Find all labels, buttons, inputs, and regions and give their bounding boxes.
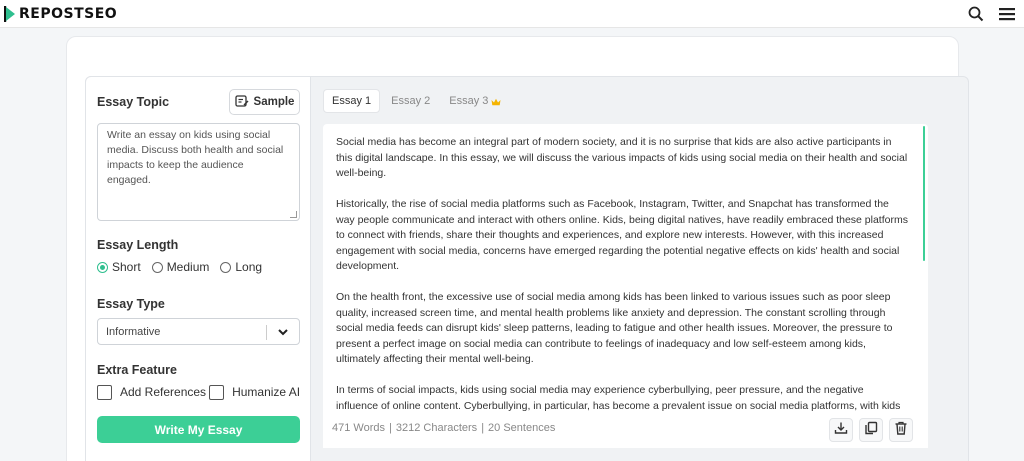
top-navbar: REPOSTSEO	[0, 0, 1024, 28]
essay-output-text[interactable]: Social media has become an integral part…	[336, 135, 908, 413]
humanize-ai-label: Humanize AI	[232, 385, 301, 399]
radio-short[interactable]	[97, 261, 108, 273]
logo-mark-icon	[3, 5, 18, 23]
crown-icon	[491, 97, 501, 106]
extra-feature-options: Add References Humanize AI	[97, 384, 300, 400]
sentence-count: 20 Sentences	[488, 422, 556, 434]
add-references-label: Add References	[120, 385, 207, 399]
tab-essay-1-label: Essay 1	[332, 95, 372, 107]
essay-type-value: Informative	[106, 325, 161, 338]
essay-tabs: Essay 1 Essay 2 Essay 3	[323, 89, 512, 113]
radio-long[interactable]	[220, 261, 232, 273]
copy-icon	[864, 421, 878, 440]
length-option-short[interactable]: Short	[97, 260, 141, 274]
essay-type-select[interactable]: Informative	[97, 318, 300, 345]
download-button[interactable]	[829, 418, 853, 442]
tab-essay-1[interactable]: Essay 1	[323, 89, 381, 113]
essay-type-label: Essay Type	[97, 297, 165, 311]
tab-essay-3-label: Essay 3	[449, 95, 489, 107]
character-count: 3212 Characters	[395, 422, 478, 434]
sample-button-label: Sample	[253, 96, 295, 108]
logo[interactable]: REPOSTSEO	[3, 3, 118, 25]
search-icon[interactable]	[965, 3, 987, 25]
essay-paragraph: In terms of social impacts, kids using s…	[336, 384, 901, 412]
essay-length-options: Short Medium Long	[97, 260, 273, 274]
essay-topic-textarea[interactable]: Write an essay on kids using social medi…	[97, 123, 300, 221]
essay-scrollbar[interactable]	[923, 126, 925, 261]
stats-separator: |	[389, 422, 392, 434]
chevron-down-icon[interactable]	[276, 325, 290, 339]
add-references-checkbox[interactable]	[97, 384, 112, 400]
length-label-long: Long	[235, 260, 263, 274]
humanize-ai-checkbox[interactable]	[209, 384, 225, 400]
essay-topic-text: Write an essay on kids using social medi…	[107, 129, 284, 186]
resize-handle-icon[interactable]	[290, 211, 297, 218]
tab-essay-3[interactable]: Essay 3	[441, 89, 509, 113]
hamburger-menu-icon[interactable]	[996, 3, 1018, 25]
stats-separator: |	[481, 422, 485, 434]
essay-stats: 471 Words | 3212 Characters | 20 Sentenc…	[332, 422, 555, 434]
tab-essay-2[interactable]: Essay 2	[383, 89, 438, 113]
sample-button[interactable]: Sample	[229, 89, 300, 115]
write-my-essay-button[interactable]: Write My Essay	[97, 416, 300, 443]
length-option-long[interactable]: Long	[220, 260, 262, 274]
essay-paragraph: Historically, the rise of social media p…	[336, 198, 908, 272]
radio-medium[interactable]	[151, 261, 163, 273]
essay-length-label: Essay Length	[97, 238, 179, 252]
delete-button[interactable]	[889, 418, 913, 442]
length-label-medium: Medium	[166, 260, 210, 274]
select-divider	[266, 325, 267, 340]
sample-edit-icon	[234, 94, 249, 111]
download-icon	[834, 421, 848, 440]
length-option-medium[interactable]: Medium	[151, 260, 210, 274]
trash-icon	[894, 421, 908, 440]
copy-button[interactable]	[859, 418, 883, 442]
length-label-short: Short	[112, 260, 141, 274]
word-count: 471 Words	[332, 422, 385, 434]
essay-paragraph: On the health front, the excessive use o…	[336, 291, 893, 365]
logo-text: REPOSTSEO	[19, 6, 118, 22]
extra-feature-label: Extra Feature	[97, 363, 177, 377]
essay-paragraph: Social media has become an integral part…	[336, 136, 908, 179]
essay-topic-label: Essay Topic	[97, 95, 170, 109]
tab-essay-2-label: Essay 2	[391, 95, 431, 107]
